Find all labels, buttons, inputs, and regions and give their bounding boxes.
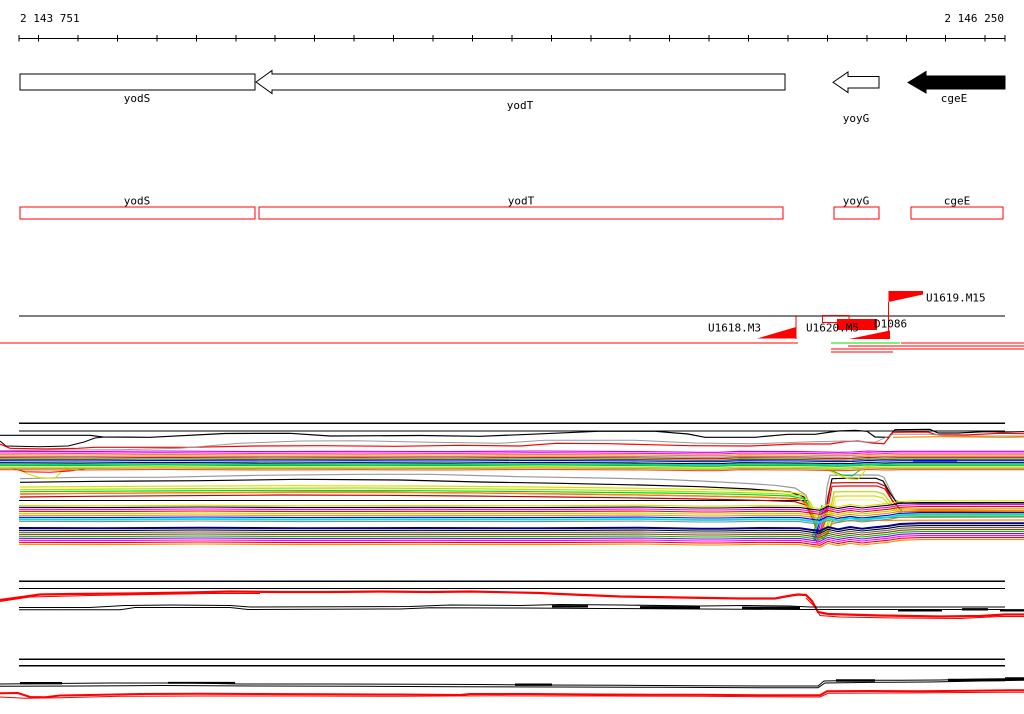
orf-box-yoyG[interactable] — [833, 206, 880, 220]
feature-label-D1086: D1086 — [874, 318, 907, 331]
orf-box-yodT[interactable] — [258, 206, 784, 220]
gene-label-cgeE: cgeE — [941, 92, 968, 105]
gene-label-yodS: yodS — [124, 92, 151, 105]
profile-line — [0, 452, 1024, 455]
feature-label-U1618.M3: U1618.M3 — [708, 322, 761, 335]
profile-line — [892, 436, 1024, 438]
feature-wedge-U1618.M3[interactable] — [757, 327, 796, 339]
profile-line — [0, 590, 1024, 618]
profile-line — [0, 468, 1024, 472]
panel-expression-upper — [0, 422, 1024, 548]
feature-label-U1620.M5: U1620.M5 — [806, 322, 859, 335]
panel-expression-middle — [0, 580, 1024, 620]
genome-view-canvas: 2 143 751 2 146 250 yodS yodT yoyG cgeE yod… — [0, 12, 1024, 699]
gene-arrow-yodT[interactable] — [255, 69, 786, 95]
feature-wedge-U1619.M15[interactable] — [888, 291, 924, 302]
ruler-start-coordinate: 2 143 751 — [20, 12, 80, 25]
orf-box-cgeE[interactable] — [910, 206, 1004, 220]
profile-line — [0, 436, 105, 448]
ruler-end-coordinate: 2 146 250 — [944, 12, 1004, 25]
orf-label-yodS: yodS — [124, 195, 151, 208]
orf-label-yoyG: yoyG — [843, 195, 870, 208]
gene-arrow-yodS[interactable] — [19, 73, 256, 91]
feature-label-U1619.M15: U1619.M15 — [926, 292, 986, 305]
orf-label-cgeE: cgeE — [944, 195, 971, 208]
profile-line — [0, 450, 1024, 453]
orf-box-yodS[interactable] — [19, 206, 256, 220]
signal-feature-track: U1618.M3 U1620.M5 D1086 U1619.M15 — [0, 291, 1024, 353]
expression-profile-plots — [0, 422, 1024, 699]
profile-line — [19, 607, 1005, 611]
orf-box-track: yodS yodT yoyG cgeE — [19, 195, 1004, 220]
coordinate-ruler: 2 143 751 2 146 250 — [18, 12, 1006, 42]
gene-arrow-yoyG[interactable] — [832, 71, 880, 94]
profile-line — [0, 459, 1024, 463]
gene-label-yoyG: yoyG — [843, 112, 870, 125]
panel-expression-lower — [0, 658, 1024, 699]
profile-line — [0, 464, 1024, 467]
genome-browser-window: 2 143 751 2 146 250 yodS yodT yoyG cgeE yod… — [0, 0, 1024, 714]
orf-label-yodT: yodT — [508, 195, 535, 208]
gene-arrow-track: yodS yodT yoyG cgeE — [19, 69, 1006, 125]
gene-arrow-cgeE[interactable] — [907, 70, 1006, 94]
gene-label-yodT: yodT — [507, 99, 534, 112]
